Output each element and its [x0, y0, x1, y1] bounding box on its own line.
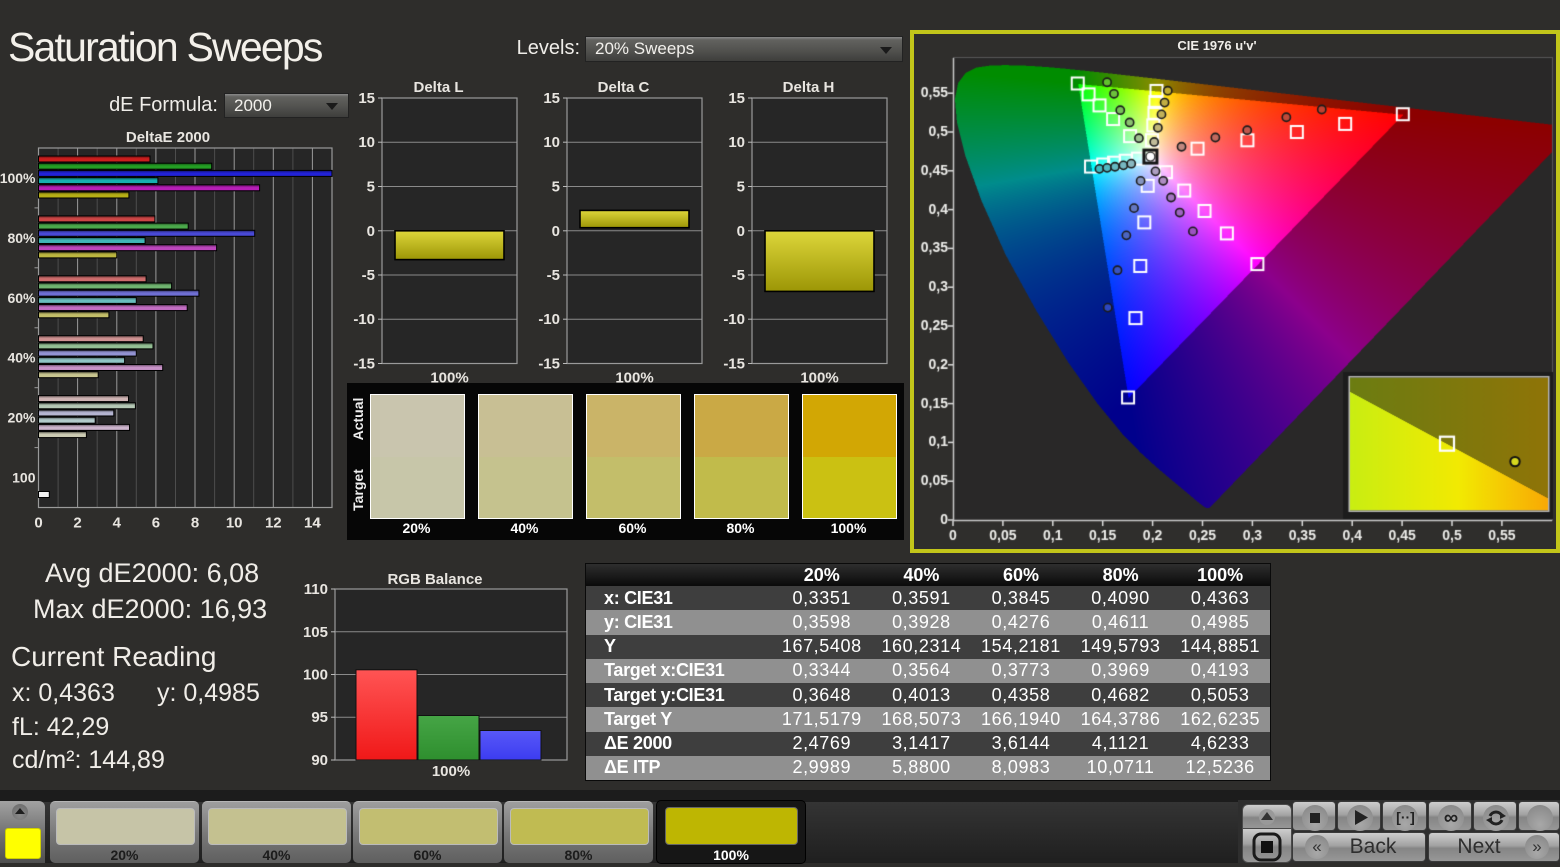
svg-text:100: 100 — [12, 470, 36, 486]
svg-text:15: 15 — [358, 90, 375, 107]
svg-text:14: 14 — [304, 515, 321, 532]
svg-text:-10: -10 — [723, 311, 745, 328]
svg-text:10: 10 — [543, 134, 560, 151]
svg-text:-5: -5 — [362, 267, 375, 284]
svg-text:-5: -5 — [547, 267, 560, 284]
svg-text:2: 2 — [73, 515, 81, 532]
svg-text:-15: -15 — [723, 356, 745, 373]
svg-text:5: 5 — [552, 179, 560, 196]
svg-text:12: 12 — [265, 515, 282, 532]
svg-text:0: 0 — [552, 223, 560, 240]
svg-text:10: 10 — [358, 134, 375, 151]
svg-text:-15: -15 — [353, 356, 375, 373]
svg-text:60%: 60% — [7, 290, 36, 306]
svg-text:10: 10 — [728, 134, 745, 151]
svg-text:-15: -15 — [538, 356, 560, 373]
svg-text:6: 6 — [152, 515, 160, 532]
svg-text:4: 4 — [113, 515, 122, 532]
svg-text:0: 0 — [34, 515, 42, 532]
svg-text:0: 0 — [367, 223, 375, 240]
svg-text:Delta C: Delta C — [598, 79, 650, 96]
svg-text:105: 105 — [303, 624, 328, 641]
svg-text:15: 15 — [728, 90, 745, 107]
svg-text:-10: -10 — [538, 311, 560, 328]
svg-text:5: 5 — [367, 179, 375, 196]
svg-text:95: 95 — [311, 709, 328, 726]
svg-text:100%: 100% — [432, 763, 470, 778]
svg-text:100%: 100% — [0, 170, 36, 186]
svg-text:15: 15 — [543, 90, 560, 107]
svg-text:90: 90 — [311, 752, 328, 769]
svg-text:Delta H: Delta H — [783, 79, 835, 96]
svg-text:-5: -5 — [732, 267, 745, 284]
svg-text:100: 100 — [303, 667, 328, 684]
svg-text:40%: 40% — [7, 350, 36, 366]
svg-text:10: 10 — [226, 515, 243, 532]
svg-text:110: 110 — [304, 581, 328, 598]
svg-text:8: 8 — [191, 515, 199, 532]
svg-text:DeltaE 2000: DeltaE 2000 — [126, 130, 210, 146]
svg-text:20%: 20% — [7, 410, 36, 426]
svg-text:5: 5 — [737, 179, 745, 196]
svg-text:Delta L: Delta L — [413, 79, 463, 96]
svg-text:0: 0 — [737, 223, 745, 240]
svg-text:-10: -10 — [353, 311, 375, 328]
svg-text:80%: 80% — [7, 230, 36, 246]
svg-text:RGB Balance: RGB Balance — [387, 573, 482, 588]
